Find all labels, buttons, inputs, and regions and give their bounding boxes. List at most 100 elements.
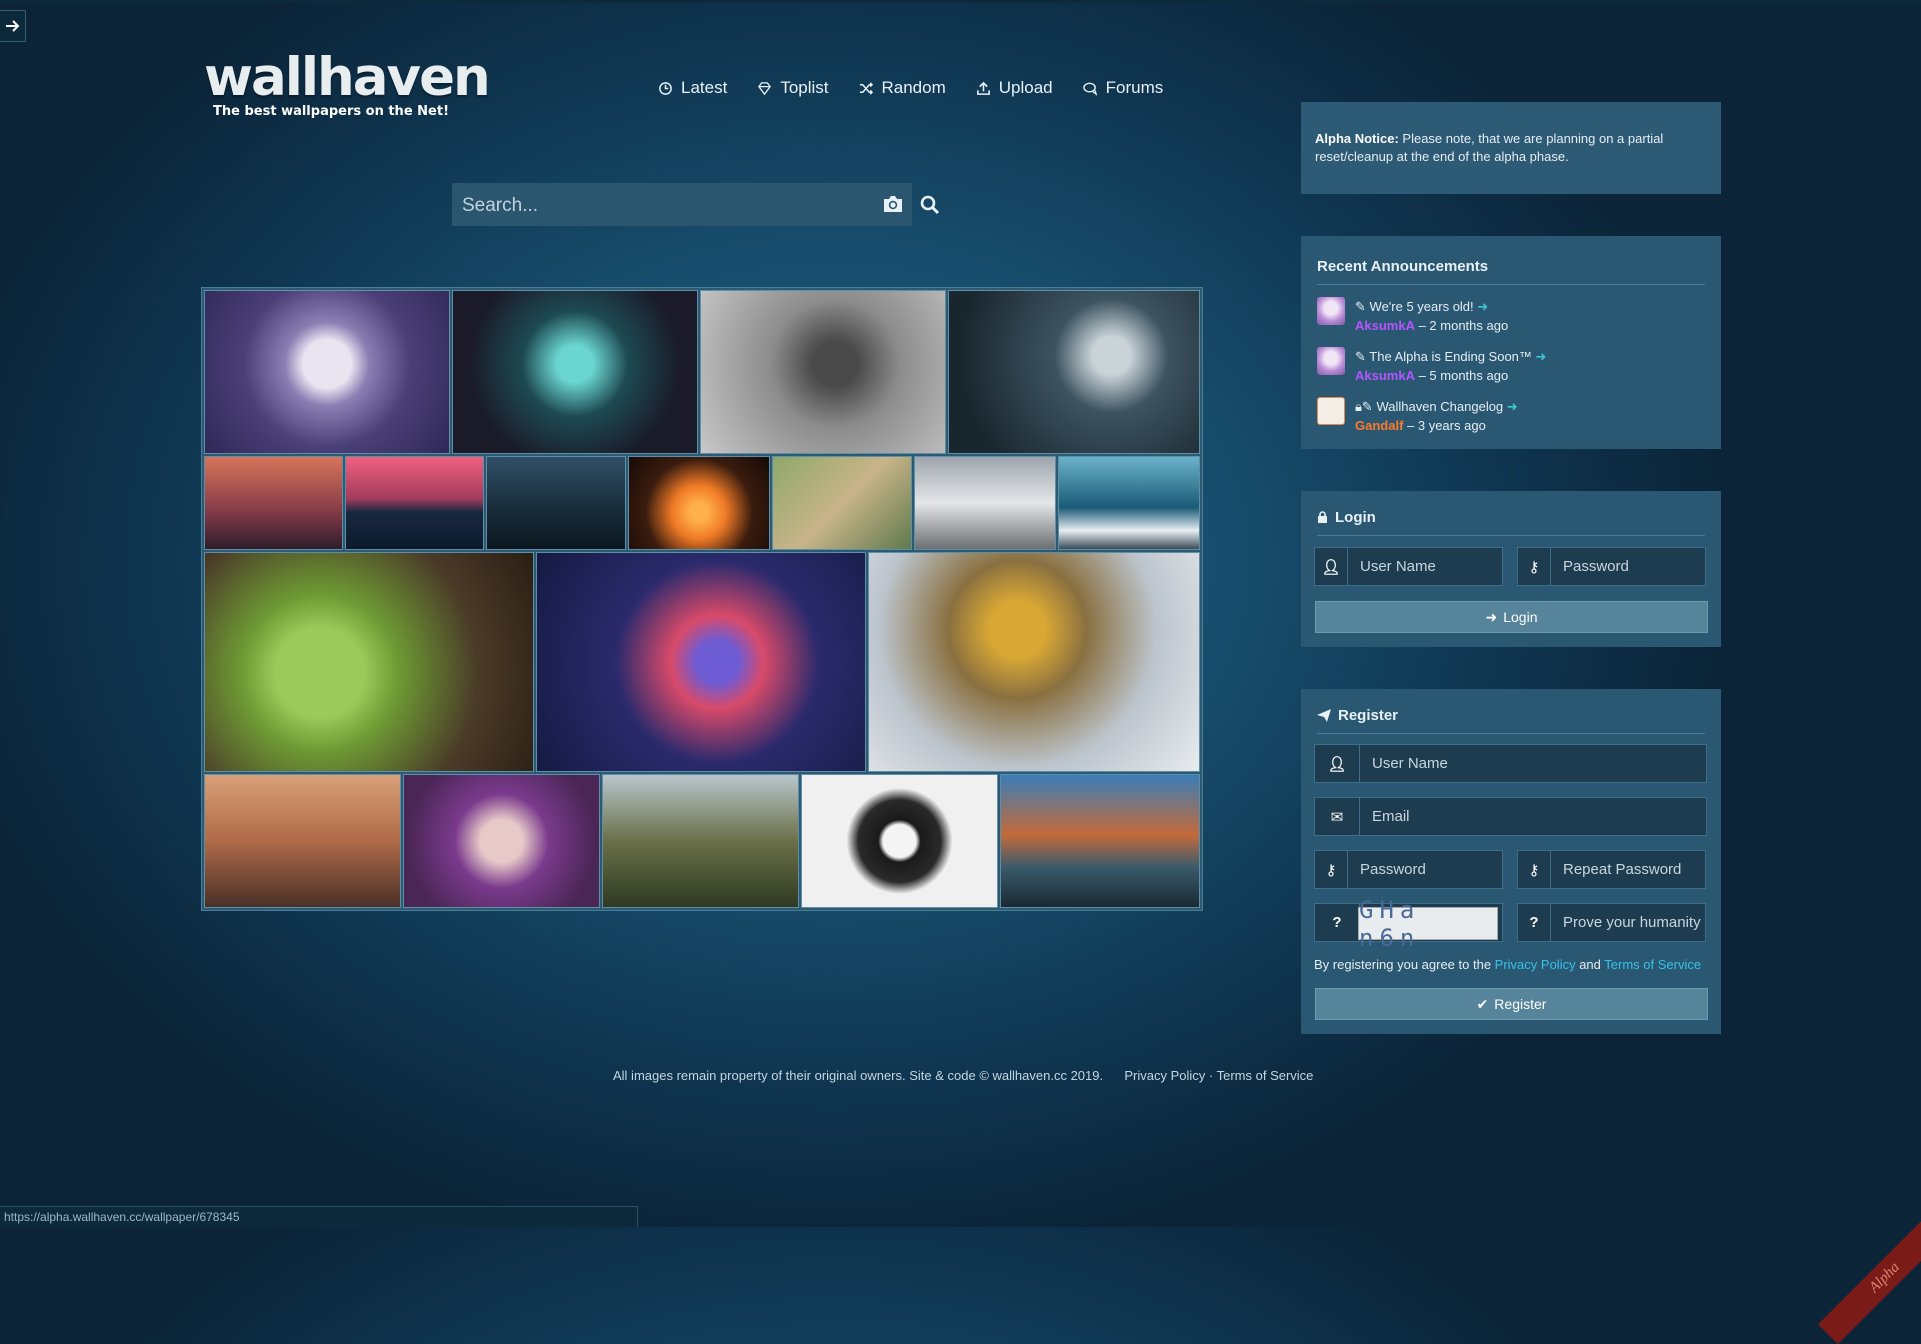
thumbnail[interactable] bbox=[204, 774, 401, 908]
sidebar-toggle-button[interactable] bbox=[0, 10, 26, 42]
thumbnail[interactable] bbox=[204, 456, 343, 550]
register-repeat-password-input[interactable] bbox=[1551, 860, 1705, 879]
envelope-icon: ✉ bbox=[1315, 798, 1360, 835]
nav-upload-label: Upload bbox=[998, 78, 1053, 97]
alpha-notice: Alpha Notice: Please note, that we are p… bbox=[1301, 102, 1721, 194]
diamond-icon bbox=[758, 81, 772, 95]
login-heading: Login bbox=[1317, 509, 1705, 536]
key-icon: ⚷ bbox=[1518, 851, 1551, 888]
register-repeat-password-field: ⚷ bbox=[1517, 850, 1706, 889]
user-icon: 👤︎ bbox=[1315, 548, 1348, 585]
announcement-item[interactable]: 🔒︎✎ Wallhaven Changelog ➜ Gandalf – 3 ye… bbox=[1317, 397, 1705, 435]
thumbnail[interactable] bbox=[868, 552, 1200, 772]
thumbnail[interactable] bbox=[772, 456, 912, 550]
footer-privacy-link[interactable]: Privacy Policy bbox=[1124, 1068, 1205, 1083]
thumbnail[interactable] bbox=[700, 290, 946, 454]
clock-icon bbox=[659, 81, 672, 95]
chat-icon bbox=[1082, 82, 1097, 96]
nav-toplist-label: Toplist bbox=[780, 78, 829, 97]
announcement-item[interactable]: ✎ We're 5 years old! ➜ AksumkA – 2 month… bbox=[1317, 297, 1705, 335]
terms-and: and bbox=[1575, 957, 1605, 972]
thumbnail[interactable] bbox=[345, 456, 484, 550]
search-input[interactable] bbox=[460, 183, 884, 228]
announcement-title: The Alpha is Ending Soon™ bbox=[1369, 349, 1532, 364]
announcement-author: Gandalf bbox=[1355, 418, 1404, 433]
announcement-time: – 3 years ago bbox=[1403, 418, 1486, 433]
nav-forums[interactable]: Forums bbox=[1082, 78, 1163, 98]
nav-latest-label: Latest bbox=[681, 78, 728, 97]
announcement-item[interactable]: ✎ The Alpha is Ending Soon™ ➜ AksumkA – … bbox=[1317, 347, 1705, 385]
nav-latest[interactable]: Latest bbox=[658, 78, 727, 98]
top-strip bbox=[0, 0, 1921, 3]
arrow-right-icon: ➜ bbox=[1535, 349, 1547, 364]
search-box bbox=[452, 183, 912, 228]
nav-random-label: Random bbox=[881, 78, 946, 97]
register-password-field: ⚷ bbox=[1314, 850, 1503, 889]
register-username-input[interactable] bbox=[1360, 754, 1514, 773]
camera-icon[interactable] bbox=[882, 194, 904, 214]
lock-icon bbox=[1318, 511, 1327, 523]
thumbnail[interactable] bbox=[452, 290, 698, 454]
pin-icon: ✎ bbox=[1355, 299, 1366, 314]
arrow-right-icon: ➜ bbox=[1477, 299, 1489, 314]
terms-of-service-link[interactable]: Terms of Service bbox=[1604, 957, 1701, 972]
check-icon: ✔ bbox=[1476, 995, 1489, 1012]
register-terms: By registering you agree to the Privacy … bbox=[1314, 957, 1701, 972]
login-password-input[interactable] bbox=[1551, 557, 1705, 576]
pin-icon: ✎ bbox=[1355, 349, 1366, 364]
register-email-input[interactable] bbox=[1360, 807, 1514, 826]
nav-toplist[interactable]: Toplist bbox=[757, 78, 829, 98]
thumbnail[interactable] bbox=[486, 456, 626, 550]
announcements-panel: Recent Announcements ✎ We're 5 years old… bbox=[1301, 236, 1721, 449]
question-icon: ? bbox=[1315, 904, 1360, 941]
avatar bbox=[1317, 347, 1345, 375]
thumbnail[interactable] bbox=[628, 456, 770, 550]
search-icon[interactable] bbox=[920, 195, 940, 215]
site-footer: All images remain property of their orig… bbox=[613, 1068, 1313, 1083]
announcement-title: Wallhaven Changelog bbox=[1376, 399, 1504, 414]
thumbnail[interactable] bbox=[801, 774, 998, 908]
terms-prefix: By registering you agree to the bbox=[1314, 957, 1495, 972]
avatar bbox=[1317, 297, 1345, 325]
shuffle-icon bbox=[859, 81, 873, 95]
site-logo[interactable]: wallhaven The best wallpapers on the Net… bbox=[204, 47, 491, 120]
announcement-time: – 5 months ago bbox=[1414, 368, 1509, 383]
register-button-label: Register bbox=[1494, 996, 1547, 1012]
paper-plane-icon bbox=[1317, 709, 1331, 722]
login-button[interactable]: ➜ Login bbox=[1315, 601, 1708, 633]
thumbnail[interactable] bbox=[1000, 774, 1200, 908]
user-icon: 👤︎ bbox=[1315, 745, 1360, 782]
alpha-ribbon: Alpha bbox=[1818, 1211, 1921, 1344]
logo-name: wallhaven bbox=[204, 47, 491, 108]
captcha-image[interactable]: GHa n6n bbox=[1358, 896, 1498, 952]
login-password-field: ⚷ bbox=[1517, 547, 1706, 586]
nav-upload[interactable]: Upload bbox=[976, 78, 1053, 98]
thumbnail[interactable] bbox=[948, 290, 1200, 454]
thumbnail[interactable] bbox=[536, 552, 866, 772]
announcement-author: AksumkA bbox=[1355, 318, 1415, 333]
pin-icon: ✎ bbox=[1361, 399, 1373, 414]
footer-copyright: All images remain property of their orig… bbox=[613, 1068, 1104, 1083]
status-bar-url: https://alpha.wallhaven.cc/wallpaper/678… bbox=[0, 1206, 638, 1227]
key-icon: ⚷ bbox=[1518, 548, 1551, 585]
humanity-input[interactable] bbox=[1551, 913, 1705, 932]
register-button[interactable]: ✔ Register bbox=[1315, 988, 1708, 1020]
footer-tos-link[interactable]: Terms of Service bbox=[1217, 1068, 1314, 1083]
thumbnail[interactable] bbox=[914, 456, 1056, 550]
thumbnail[interactable] bbox=[204, 290, 450, 454]
register-heading: Register bbox=[1317, 707, 1705, 734]
question-icon: ? bbox=[1518, 904, 1551, 941]
lock-icon: 🔒︎ bbox=[1355, 399, 1362, 414]
nav-random[interactable]: Random bbox=[859, 78, 946, 98]
thumbnail[interactable] bbox=[1058, 456, 1200, 550]
login-title: Login bbox=[1335, 509, 1376, 526]
privacy-policy-link[interactable]: Privacy Policy bbox=[1495, 957, 1576, 972]
thumbnail[interactable] bbox=[403, 774, 600, 908]
announcement-author: AksumkA bbox=[1355, 368, 1415, 383]
register-username-field: 👤︎ bbox=[1314, 744, 1707, 783]
thumbnail[interactable] bbox=[204, 552, 534, 772]
register-email-field: ✉ bbox=[1314, 797, 1707, 836]
register-password-input[interactable] bbox=[1348, 860, 1502, 879]
login-username-input[interactable] bbox=[1348, 557, 1502, 576]
thumbnail[interactable] bbox=[602, 774, 799, 908]
